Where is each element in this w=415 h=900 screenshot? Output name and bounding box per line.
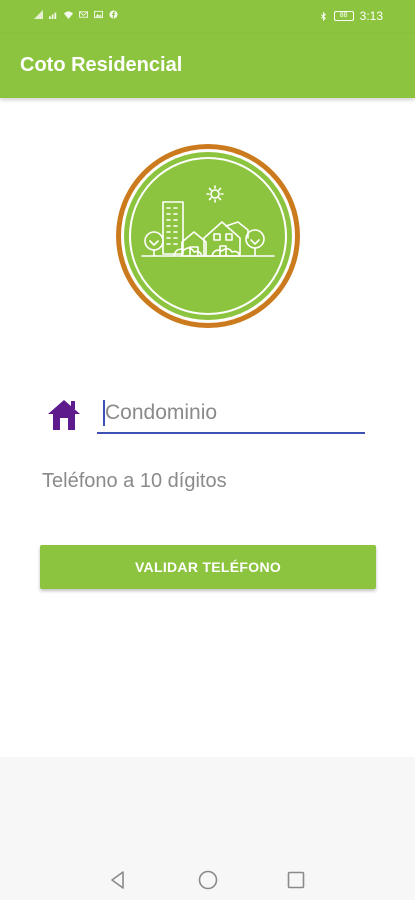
recents-icon[interactable] xyxy=(284,868,308,892)
condominio-input-wrap[interactable] xyxy=(97,394,365,434)
wifi-icon xyxy=(64,11,73,19)
app-bar: Coto Residencial xyxy=(0,34,415,98)
back-icon[interactable] xyxy=(106,868,130,892)
mail-icon xyxy=(79,11,88,18)
system-nav-bar xyxy=(0,857,415,900)
condominio-input[interactable] xyxy=(97,394,365,432)
signal-icon xyxy=(49,12,57,19)
image-icon xyxy=(94,10,103,19)
residential-logo xyxy=(116,144,300,328)
home-circle-icon[interactable] xyxy=(196,868,220,892)
text-caret xyxy=(103,400,105,426)
app-title: Coto Residencial xyxy=(20,54,183,76)
status-bar: 88 3:13 xyxy=(0,0,415,34)
home-icon xyxy=(48,400,80,430)
battery-icon: 88 xyxy=(333,11,354,21)
status-left-icons xyxy=(34,10,118,19)
status-time: 3:13 xyxy=(359,9,383,23)
validate-phone-button[interactable]: VALIDAR TELÉFONO xyxy=(40,545,376,589)
status-right: 88 3:13 xyxy=(319,9,383,23)
phone-field-hint[interactable]: Teléfono a 10 dígitos xyxy=(42,470,227,493)
facebook-icon xyxy=(109,10,118,19)
bluetooth-icon xyxy=(320,11,326,21)
condominio-row xyxy=(44,394,369,436)
bottom-panel xyxy=(0,757,415,857)
signal-icon xyxy=(34,10,43,19)
